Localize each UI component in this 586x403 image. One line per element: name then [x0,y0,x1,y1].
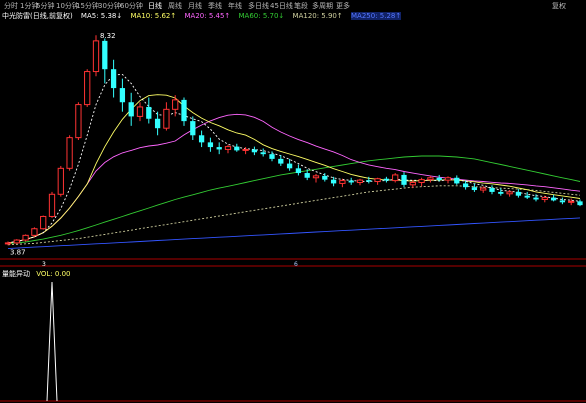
candle-65 [577,201,583,206]
candle-5 [48,193,56,217]
candle-41 [366,180,372,182]
candle-56 [498,191,504,194]
candle-59 [524,195,530,198]
sub-panel-spike [46,281,58,402]
candle-6 [57,167,64,195]
candle-17 [154,118,161,129]
candle-57 [506,191,513,195]
candle-8 [75,104,82,139]
candle-53 [471,187,478,191]
candle-27 [242,148,249,151]
candle-4 [40,215,47,230]
ma120-line [7,185,581,246]
high-price-label: 8.32 [100,32,116,40]
candle-61 [541,197,548,200]
candle-55 [489,188,495,192]
candle-23 [207,142,214,148]
candle-31 [278,158,284,164]
candle-20 [181,99,187,122]
candle-35 [312,175,320,179]
low-price-label: 3.87 [10,248,26,256]
candle-40 [356,179,364,183]
candle-22 [198,135,205,143]
sub-panel-legend: 量能异动 VOL: 0.00 [2,269,70,279]
candle-38 [339,180,346,184]
axis-marker-b: 6 [294,261,298,268]
candle-13 [119,88,126,103]
candle-33 [295,168,302,174]
candle-21 [190,121,196,136]
candle-44 [392,174,399,182]
sub-panel-title: 量能异动 [2,270,30,278]
candle-1 [13,239,20,244]
candle-25 [224,146,232,150]
candle-49 [436,177,442,181]
candle-54 [480,187,487,191]
candle-15 [136,106,144,117]
candle-48 [427,177,434,181]
candle-3 [31,228,38,236]
ma250-line [7,217,581,250]
ma20-line [7,113,581,244]
candle-51 [454,177,460,184]
ma10-line [7,94,581,244]
candle-9 [84,71,91,106]
candle-16 [146,106,152,119]
candle-18 [163,108,170,129]
candle-32 [286,163,293,169]
candle-37 [330,179,337,184]
candle-26 [234,146,240,151]
candle-12 [110,69,117,89]
candle-45 [401,174,407,185]
candle-34 [304,173,310,178]
candle-30 [269,154,275,159]
candle-11 [102,40,108,70]
candle-46 [409,181,416,186]
candle-50 [444,177,452,181]
candle-43 [383,178,390,181]
candle-7 [66,137,73,169]
candle-14 [128,102,134,117]
candle-60 [533,197,539,200]
candle-64 [568,200,575,203]
candle-36 [322,175,328,180]
kline-chart[interactable]: 8.32 3.87 3 6 [0,0,586,403]
candle-28 [251,149,258,153]
candle-47 [418,179,425,183]
candle-10 [92,40,100,73]
candle-52 [462,183,469,188]
candle-29 [260,152,266,155]
sub-panel-value: VOL: 0.00 [36,270,71,278]
candle-0 [4,242,12,245]
axis-marker-a: 3 [42,261,46,268]
candle-63 [559,200,566,203]
candle-58 [515,191,522,196]
candle-19 [172,99,179,110]
ma5-line [7,73,581,244]
candle-42 [374,178,381,183]
candle-39 [348,180,354,183]
candle-24 [216,147,222,150]
candle-62 [550,197,557,201]
candle-2 [22,234,29,241]
